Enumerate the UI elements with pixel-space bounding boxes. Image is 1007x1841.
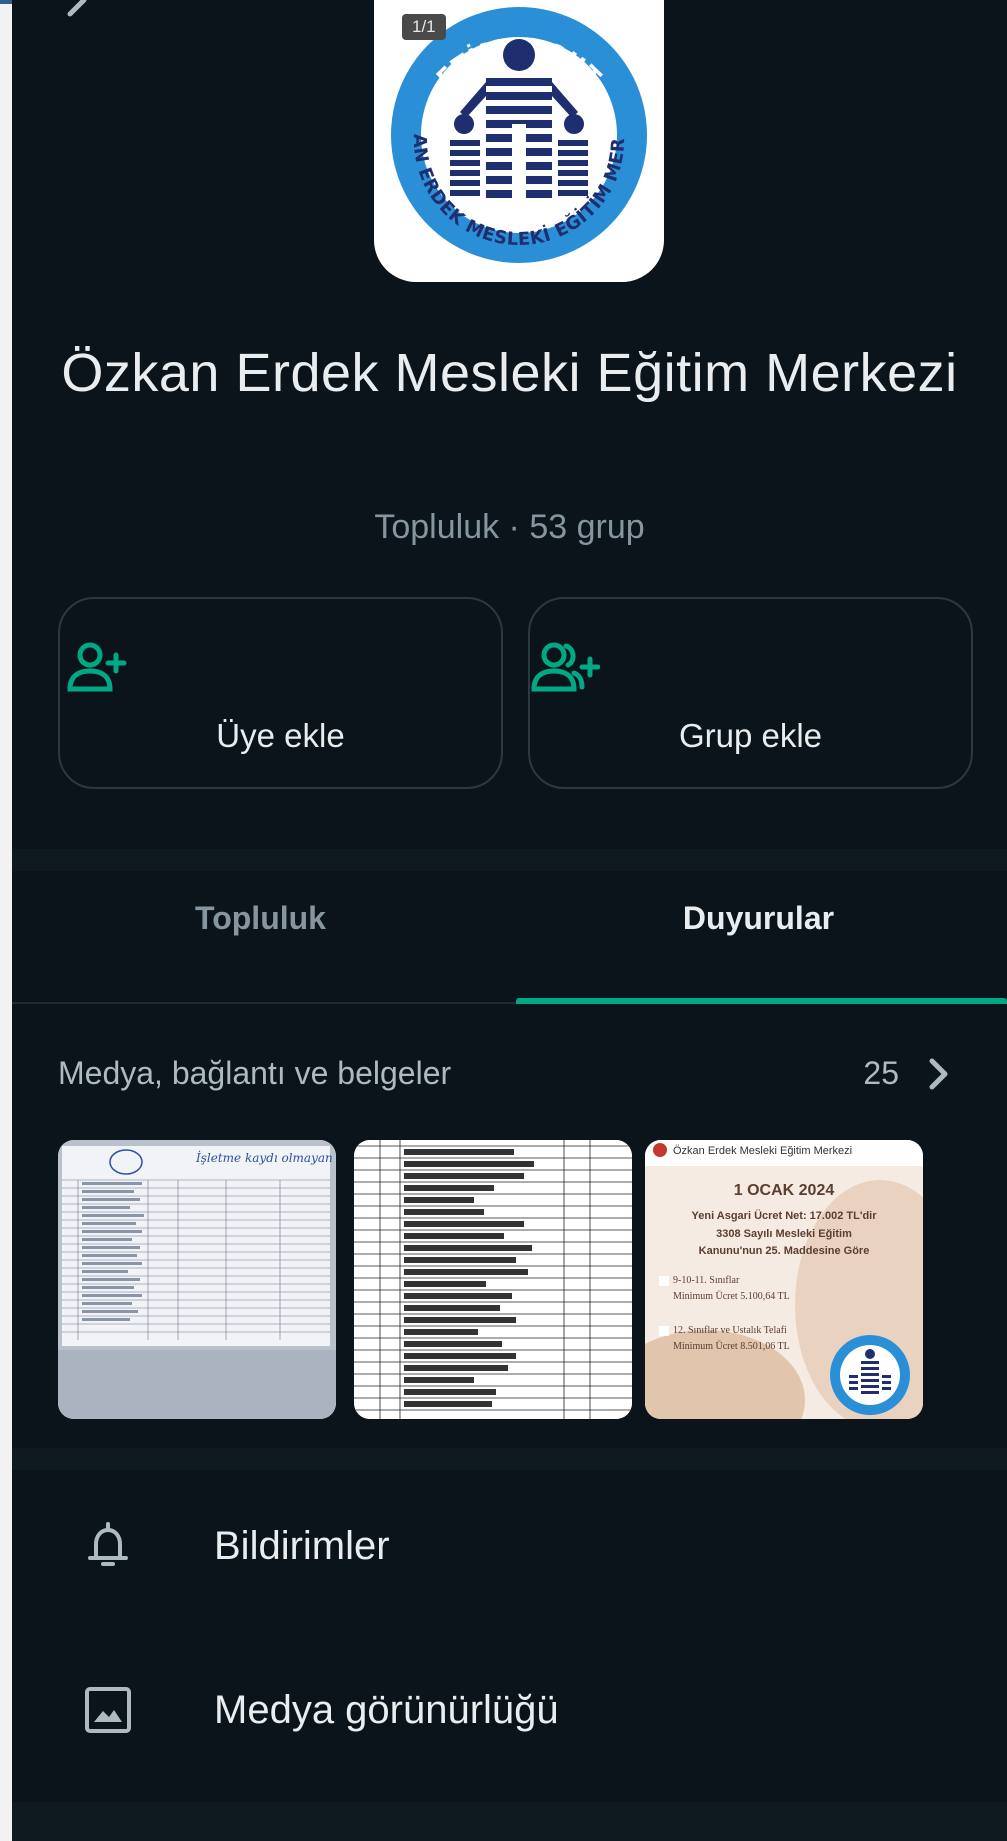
tab-announcements-label: Duyurular xyxy=(682,900,835,936)
media-thumbnail-1[interactable]: İşletme kaydı olmayan öğrenciler xyxy=(58,1140,336,1419)
media-section-title[interactable]: Medya, bağlantı ve belgeler xyxy=(58,1055,451,1092)
announcement-item2: 12. Sınıflar ve Ustalık Telafi xyxy=(673,1325,787,1336)
tab-community[interactable]: Topluluk xyxy=(12,900,509,980)
handwritten-list-image: İşletme kaydı olmayan öğrenciler xyxy=(58,1140,336,1419)
announcement-line2: 3308 Sayılı Mesleki Eğitim xyxy=(716,1228,852,1240)
media-visibility-row[interactable]: Medya görünürlüğü xyxy=(12,1660,1007,1760)
notifications-row[interactable]: Bildirimler xyxy=(12,1496,1007,1596)
bell-icon xyxy=(88,1522,128,1566)
community-info-screen: ETİMESGUT ÖZKAN ERDEK MESLEKİ EĞİTİM MER… xyxy=(12,0,1007,1841)
announcement-item1-value: Minimum Ücret 5.100,64 TL xyxy=(673,1291,790,1302)
tab-announcements[interactable]: Duyurular xyxy=(510,900,1007,980)
image-icon xyxy=(85,1687,131,1733)
announcement-item1: 9-10-11. Sınıflar xyxy=(673,1275,740,1286)
add-group-label: Grup ekle xyxy=(678,717,823,754)
add-member-button[interactable]: Üye ekle xyxy=(58,597,503,789)
handwritten-note: İşletme kaydı olmayan öğrenciler xyxy=(195,1150,336,1165)
media-thumbnail-3[interactable]: Özkan Erdek Mesleki Eğitim Merkezi 1 OCA… xyxy=(645,1140,923,1419)
tab-community-label: Topluluk xyxy=(195,900,326,936)
community-logo[interactable]: ETİMESGUT ÖZKAN ERDEK MESLEKİ EĞİTİM MER… xyxy=(374,0,664,282)
bottom-divider xyxy=(12,1802,1007,1841)
back-arrow-icon[interactable] xyxy=(62,0,102,28)
section-divider-2 xyxy=(12,1448,1007,1470)
mini-logo-icon xyxy=(830,1335,910,1415)
media-visibility-label: Medya görünürlüğü xyxy=(214,1688,559,1732)
add-member-label: Üye ekle xyxy=(216,717,345,754)
image-counter-badge: 1/1 xyxy=(402,14,446,40)
notifications-label: Bildirimler xyxy=(214,1524,390,1568)
announcement-date: 1 OCAK 2024 xyxy=(733,1182,835,1199)
media-count: 25 xyxy=(863,1055,899,1091)
add-group-icon xyxy=(531,642,600,692)
etimesgut-emblem-icon: ETİMESGUT ÖZKAN ERDEK MESLEKİ EĞİTİM MER… xyxy=(374,0,647,263)
community-subtitle: Topluluk · 53 grup xyxy=(374,508,645,546)
chevron-right-icon[interactable] xyxy=(927,1056,951,1092)
announcement-line1: Yeni Asgari Ücret Net: 17.002 TL'dir xyxy=(691,1210,877,1222)
community-title: Özkan Erdek Mesleki Eğitim Merkezi xyxy=(61,343,958,403)
student-table-image xyxy=(354,1140,632,1419)
section-divider xyxy=(12,849,1007,871)
announcement-item2-value: Minimum Ücret 8.501,06 TL xyxy=(673,1341,790,1352)
active-tab-indicator xyxy=(516,998,1007,1004)
add-group-button[interactable]: Grup ekle xyxy=(528,597,973,789)
add-person-icon xyxy=(67,642,127,692)
announcement-line3: Kanunu'nun 25. Maddesine Göre xyxy=(698,1245,870,1257)
media-thumbnail-2[interactable] xyxy=(354,1140,632,1419)
announcement-header: Özkan Erdek Mesleki Eğitim Merkezi xyxy=(673,1145,853,1157)
